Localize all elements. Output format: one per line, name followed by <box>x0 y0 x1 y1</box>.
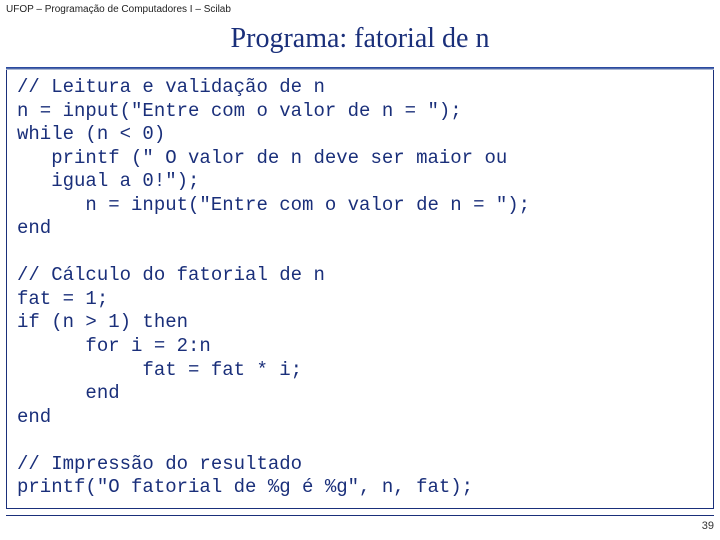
code-block: // Leitura e validação de n n = input("E… <box>17 76 703 500</box>
course-header: UFOP – Programação de Computadores I – S… <box>0 0 720 17</box>
code-frame: // Leitura e validação de n n = input("E… <box>6 70 714 509</box>
slide-title: Programa: fatorial de n <box>0 17 720 67</box>
page-number: 39 <box>702 520 714 532</box>
bottom-rule <box>6 515 714 516</box>
